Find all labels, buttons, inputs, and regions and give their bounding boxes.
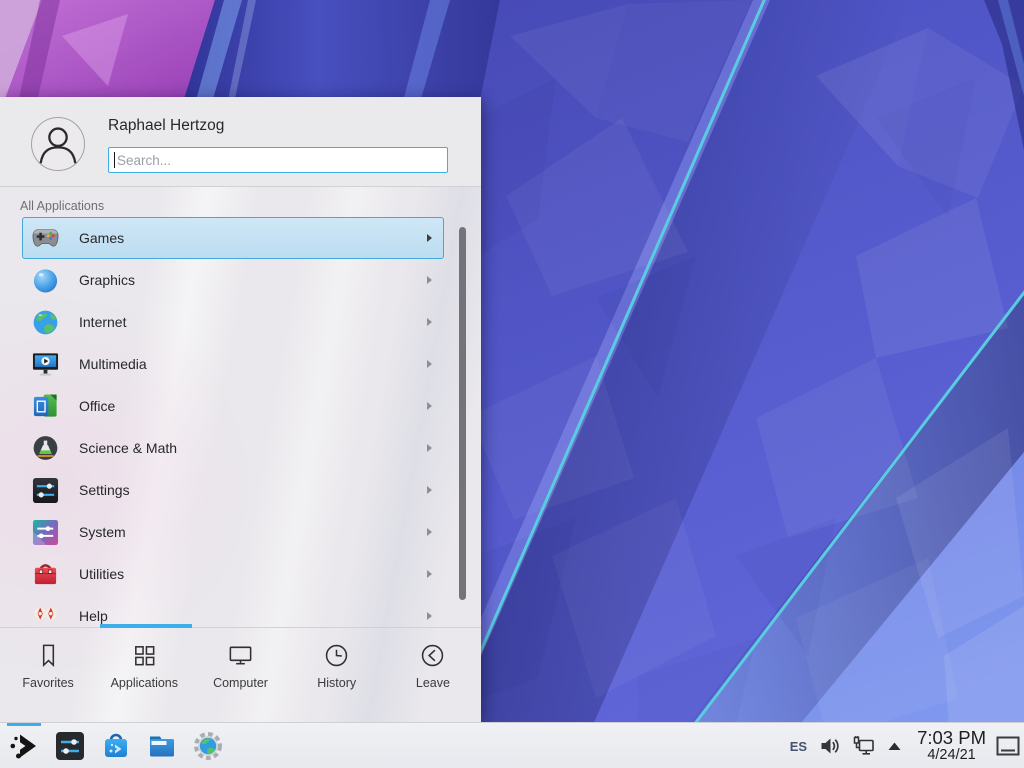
keyboard-layout-indicator[interactable]: ES <box>790 739 807 754</box>
menu-item-multimedia[interactable]: Multimedia <box>0 343 481 385</box>
grid-icon <box>131 642 158 669</box>
menu-item-graphics[interactable]: Graphics <box>0 259 481 301</box>
system-tray: ES 7:03 PM 4/24/21 <box>790 723 986 768</box>
show-desktop-icon <box>996 736 1020 756</box>
user-name: Raphael Hertzog <box>108 117 224 135</box>
submenu-arrow-icon <box>427 570 432 578</box>
volume-icon[interactable] <box>820 736 839 756</box>
menu-item-help[interactable]: Help <box>0 595 481 627</box>
tab-leave[interactable]: Leave <box>385 628 481 722</box>
menu-item-system[interactable]: System <box>0 511 481 553</box>
utilities-toolbox-icon <box>32 561 59 588</box>
tab-label: History <box>317 676 356 690</box>
menu-item-label: Internet <box>79 314 126 330</box>
submenu-arrow-icon <box>427 360 432 368</box>
menu-item-utilities[interactable]: Utilities <box>0 553 481 595</box>
help-lifebuoy-icon <box>32 603 59 628</box>
clock-icon <box>323 642 350 669</box>
menu-item-label: Games <box>79 230 124 246</box>
submenu-arrow-icon <box>427 318 432 326</box>
menu-item-office[interactable]: Office <box>0 385 481 427</box>
application-launcher-button[interactable] <box>8 730 40 762</box>
submenu-arrow-icon <box>427 528 432 536</box>
digital-clock[interactable]: 7:03 PM 4/24/21 <box>917 728 986 764</box>
search-box[interactable] <box>108 147 448 173</box>
web-browser-launcher[interactable] <box>192 730 224 762</box>
submenu-arrow-icon <box>427 234 432 242</box>
discover-icon <box>100 730 132 762</box>
dolphin-launcher[interactable] <box>146 730 178 762</box>
tab-favorites[interactable]: Favorites <box>0 628 96 722</box>
system-settings-icon <box>54 730 86 762</box>
tab-computer[interactable]: Computer <box>192 628 288 722</box>
tab-history[interactable]: History <box>289 628 385 722</box>
menu-item-label: Graphics <box>79 272 135 288</box>
application-launcher: Raphael Hertzog All Applications <box>0 97 481 722</box>
multimedia-icon <box>32 351 59 378</box>
menu-item-settings[interactable]: Settings <box>0 469 481 511</box>
tab-label: Computer <box>213 676 268 690</box>
system-settings-launcher[interactable] <box>54 730 86 762</box>
internet-icon <box>32 309 59 336</box>
globe-gear-icon <box>192 730 224 762</box>
network-icon[interactable] <box>852 736 875 757</box>
bookmark-icon <box>35 642 62 669</box>
search-input[interactable] <box>115 149 439 171</box>
launcher-header: Raphael Hertzog <box>0 97 481 187</box>
tab-applications[interactable]: Applications <box>96 628 192 722</box>
menu-item-label: System <box>79 524 126 540</box>
menu-item-label: Settings <box>79 482 130 498</box>
tab-label: Leave <box>416 676 450 690</box>
expand-tray-icon[interactable] <box>888 742 901 751</box>
monitor-icon <box>227 642 254 669</box>
show-desktop-button[interactable] <box>994 728 1022 764</box>
leave-icon <box>419 642 446 669</box>
games-icon <box>32 225 59 252</box>
scrollbar-thumb[interactable] <box>459 227 466 600</box>
menu-item-label: Office <box>79 398 115 414</box>
tab-label: Favorites <box>22 676 73 690</box>
clock-time: 7:03 PM <box>917 728 986 748</box>
menu-item-label: Help <box>79 608 108 624</box>
section-header: All Applications <box>20 199 104 213</box>
menu-item-label: Science & Math <box>79 440 177 456</box>
submenu-arrow-icon <box>427 444 432 452</box>
menu-item-internet[interactable]: Internet <box>0 301 481 343</box>
submenu-arrow-icon <box>427 402 432 410</box>
system-sliders-icon <box>32 519 59 546</box>
office-icon <box>32 393 59 420</box>
application-category-list: Games Graphics <box>0 217 481 627</box>
submenu-arrow-icon <box>427 276 432 284</box>
kde-launcher-icon <box>8 730 40 762</box>
launcher-active-indicator <box>7 723 41 726</box>
settings-sliders-icon <box>32 477 59 504</box>
submenu-arrow-icon <box>427 486 432 494</box>
menu-item-science-math[interactable]: Science & Math <box>0 427 481 469</box>
user-icon <box>32 118 84 170</box>
folder-icon <box>146 730 178 762</box>
tab-label: Applications <box>111 676 178 690</box>
user-avatar[interactable] <box>31 117 85 171</box>
menu-item-label: Utilities <box>79 566 124 582</box>
science-flask-icon <box>32 435 59 462</box>
desktop: Raphael Hertzog All Applications <box>0 0 1024 768</box>
submenu-arrow-icon <box>427 612 432 620</box>
graphics-icon <box>32 267 59 294</box>
menu-item-games[interactable]: Games <box>0 217 481 259</box>
menu-item-label: Multimedia <box>79 356 147 372</box>
launcher-tabbar: Favorites Applications Computer <box>0 628 481 722</box>
taskbar: ES 7:03 PM 4/24/21 <box>0 722 1024 768</box>
clock-date: 4/24/21 <box>917 748 986 764</box>
discover-launcher[interactable] <box>100 730 132 762</box>
